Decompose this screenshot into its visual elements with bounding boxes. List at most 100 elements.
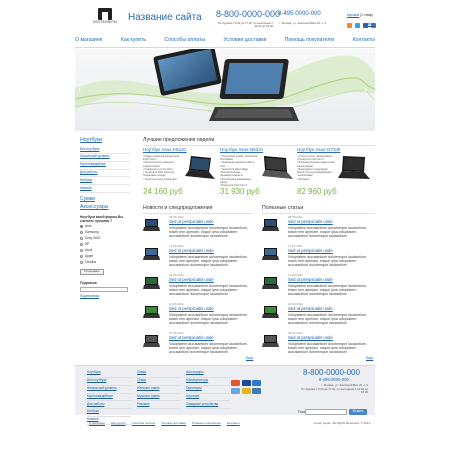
footer-nav-item[interactable]: Способы оплаты xyxy=(132,421,156,425)
copyright: Lorem ipsum. All Rights Reserved. © 2011 xyxy=(313,421,370,425)
footer-link[interactable]: Все ноутбуки xyxy=(87,378,131,386)
radio-icon[interactable] xyxy=(80,243,83,247)
login-link[interactable]: Вход xyxy=(368,22,375,27)
article-thumbnail[interactable] xyxy=(262,218,279,232)
news-thumbnail[interactable] xyxy=(143,218,160,232)
article-text: Voluptatem accusantium doloremque laudan… xyxy=(288,225,367,238)
news-thumbnail[interactable] xyxy=(143,247,160,261)
footer-nav-item[interactable]: Помощь покупателю xyxy=(192,421,221,425)
article-link[interactable]: Sed ut perspiciatis unde xyxy=(288,306,333,312)
sidebar-item-multimedia[interactable]: Мультимедийные xyxy=(80,162,130,170)
news-link[interactable]: Sed ut perspiciatis unde xyxy=(169,248,214,254)
sidebar-item-entry[interactable]: Начальный уровень xyxy=(80,154,130,162)
radio-icon[interactable] xyxy=(80,237,83,241)
footer-link[interactable]: Для работы xyxy=(87,401,131,410)
offer-card[interactable]: Ноутбук Asus G73Jh Стиль «стелс»: чёрный… xyxy=(297,147,372,202)
footer-link[interactable]: Аксессуары xyxy=(186,370,230,378)
footer-link[interactable]: Женские сумки xyxy=(137,386,181,394)
radio-icon[interactable] xyxy=(80,224,83,228)
article-thumbnail[interactable] xyxy=(262,334,279,348)
news-thumbnail[interactable] xyxy=(143,334,160,348)
phone-secondary: 8-495-0000-000 xyxy=(278,11,321,17)
news-link[interactable]: Sed ut perspiciatis unde xyxy=(169,277,214,283)
cart-link[interactable]: Корзина (1 товар) xyxy=(347,13,373,18)
article-link[interactable]: Sed ut perspiciatis unde xyxy=(288,277,333,283)
nav-item-delivery[interactable]: Условия доставки xyxy=(223,37,266,44)
footer-link[interactable]: Манипуляторы xyxy=(186,378,230,386)
footer-link[interactable]: Начальный уровень xyxy=(87,386,131,394)
footer-link[interactable]: Сумки xyxy=(137,378,181,386)
sidebar-heading-laptops[interactable]: Ноутбуки xyxy=(80,137,130,144)
article-thumbnail[interactable] xyxy=(262,247,279,261)
news-link[interactable]: Sed ut perspiciatis unde xyxy=(169,219,214,225)
sidebar-heading-bags[interactable]: Сумки xyxy=(80,196,130,203)
radio-icon[interactable] xyxy=(80,261,83,265)
offer-name[interactable]: Ноутбук Asus G73Jh xyxy=(297,147,372,152)
sidebar-item-work[interactable]: Для работы xyxy=(80,170,130,178)
sidebar-item-all[interactable]: Все ноутбуки xyxy=(80,146,130,154)
laptop-image[interactable] xyxy=(260,155,294,183)
offer-card[interactable]: Ноутбук Asus N53Jn Утонченный дизайн: те… xyxy=(220,147,295,202)
articles-more-link[interactable]: Еще xyxy=(366,356,373,360)
footer-nav-item[interactable]: О магазине xyxy=(89,421,105,425)
footer-nav-item[interactable]: Условия доставки xyxy=(161,421,186,425)
hero-slider[interactable] xyxy=(75,49,375,131)
news-thumbnail[interactable] xyxy=(143,276,160,290)
news-link[interactable]: Sed ut perspiciatis unde xyxy=(169,306,214,312)
offer-card[interactable]: Ноутбук Asus K52JC Новые семейства проце… xyxy=(143,147,218,202)
footer-link[interactable]: Ноутбуки xyxy=(87,370,131,378)
footer-nav-item[interactable]: Как купить xyxy=(111,421,126,425)
subscribe-label: Подписка xyxy=(80,280,97,285)
offer-name[interactable]: Ноутбук Asus N53Jn xyxy=(220,147,295,152)
footer-column-laptops: Ноутбуки Все ноутбуки Начальный уровень … xyxy=(87,370,131,426)
footer-nav-item[interactable]: Контакты xyxy=(227,421,240,425)
news-thumbnail[interactable] xyxy=(143,305,160,319)
sidebar-item-other[interactable]: Нимеев xyxy=(80,185,130,194)
article-thumbnail[interactable] xyxy=(262,305,279,319)
poll-option[interactable]: Toshiba xyxy=(80,260,130,266)
footer-link[interactable]: Гарнитуры xyxy=(186,386,230,394)
subscribe-link[interactable]: Подписаться xyxy=(80,294,130,299)
news-link[interactable]: Sed ut perspiciatis unde xyxy=(169,335,214,341)
footer-link[interactable]: Нетбуки xyxy=(87,409,131,418)
search-button[interactable]: Искать xyxy=(349,409,367,415)
subscribe-input[interactable] xyxy=(80,286,128,292)
search-input[interactable] xyxy=(305,409,347,415)
slider-prev-icon[interactable]: ‹ xyxy=(78,84,81,94)
nav-item-about[interactable]: О магазине xyxy=(75,37,103,44)
logo-icon[interactable] xyxy=(98,8,112,20)
footer-link[interactable]: Сумки xyxy=(137,370,181,378)
footer-link[interactable]: Зарядные устройства xyxy=(186,401,230,410)
slider-next-icon[interactable]: › xyxy=(364,84,367,94)
nav-item-help[interactable]: Помощь покупателю xyxy=(285,37,335,44)
footer-phone: 8-800-0000-000 xyxy=(303,368,360,377)
article-text: Voluptatem accusantium doloremque laudan… xyxy=(288,283,367,296)
rss-icon[interactable] xyxy=(347,23,352,28)
footer-link[interactable]: Акустика xyxy=(186,394,230,402)
offer-specs: Стиль «стелс»: чёрный корпус Процессор I… xyxy=(297,155,335,181)
footer-link[interactable]: Мужские сумки xyxy=(137,394,181,402)
footer-link[interactable]: Рюкзаки xyxy=(137,401,181,410)
laptop-image[interactable] xyxy=(337,155,371,183)
vote-button[interactable]: Голосовать xyxy=(80,268,104,275)
footer-link[interactable]: Мультимедийные xyxy=(87,394,131,402)
article-link[interactable]: Sed ut perspiciatis unde xyxy=(288,248,333,254)
nav-item-payment[interactable]: Способы оплаты xyxy=(164,37,205,44)
laptop-image[interactable] xyxy=(183,155,217,183)
article-thumbnail[interactable] xyxy=(262,276,279,290)
radio-icon[interactable] xyxy=(80,255,83,259)
nav-item-contacts[interactable]: Контакты xyxy=(353,37,375,44)
twitter-icon[interactable] xyxy=(355,23,360,28)
radio-icon[interactable] xyxy=(80,249,83,253)
sidebar-heading-accessories[interactable]: Аксессуары xyxy=(80,204,130,211)
radio-icon[interactable] xyxy=(80,230,83,234)
news-more-link[interactable]: Еще xyxy=(246,356,253,360)
offer-name[interactable]: Ноутбук Asus K52JC xyxy=(143,147,218,152)
article-link[interactable]: Sed ut perspiciatis unde xyxy=(288,335,333,341)
article-link[interactable]: Sed ut perspiciatis unde xyxy=(288,219,333,225)
visa-electron-icon xyxy=(241,387,251,394)
article-text: Voluptatem accusantium doloremque laudan… xyxy=(288,312,367,325)
nav-item-how-to-buy[interactable]: Как купить xyxy=(121,37,146,44)
sidebar-item-netbooks[interactable]: Нетбуки xyxy=(80,177,130,186)
news-text: Voluptatem accusantium doloremque laudan… xyxy=(169,283,248,296)
